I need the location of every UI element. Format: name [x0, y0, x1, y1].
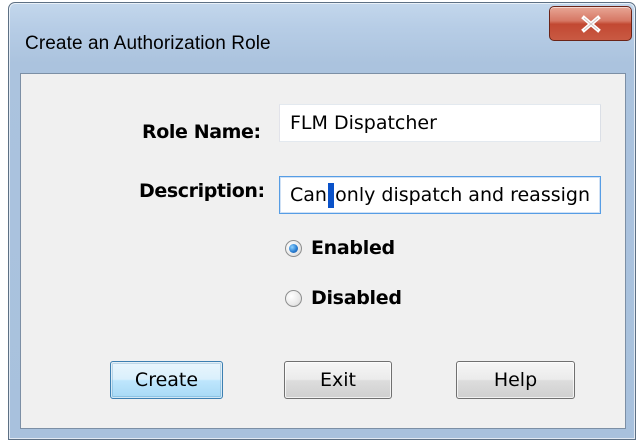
create-button[interactable]: Create — [110, 361, 223, 399]
help-button[interactable]: Help — [456, 361, 575, 399]
title-bar[interactable]: Create an Authorization Role — [9, 3, 635, 81]
description-text-after-caret: only dispatch and reassign — [335, 184, 590, 206]
window-title: Create an Authorization Role — [25, 33, 271, 54]
radio-disabled[interactable]: Disabled — [285, 287, 402, 309]
role-name-value: FLM Dispatcher — [290, 112, 437, 134]
text-caret — [327, 182, 335, 208]
radio-disabled-label: Disabled — [311, 287, 402, 309]
radio-enabled[interactable]: Enabled — [285, 237, 395, 259]
dialog-content: Role Name: FLM Dispatcher Description: C… — [20, 73, 626, 429]
exit-button[interactable]: Exit — [284, 361, 392, 399]
close-icon — [550, 7, 631, 40]
description-field[interactable]: Can only dispatch and reassign — [279, 176, 601, 214]
description-label: Description: — [139, 180, 265, 202]
role-name-label: Role Name: — [142, 121, 261, 143]
radio-unselected-icon — [285, 289, 302, 307]
dialog-window: Create an Authorization Role Role Name: … — [8, 2, 636, 440]
close-button[interactable] — [549, 6, 632, 41]
radio-selected-icon — [285, 239, 302, 257]
role-name-field[interactable]: FLM Dispatcher — [279, 104, 601, 142]
radio-enabled-label: Enabled — [311, 237, 395, 259]
description-text-before-caret: Can — [290, 184, 327, 206]
